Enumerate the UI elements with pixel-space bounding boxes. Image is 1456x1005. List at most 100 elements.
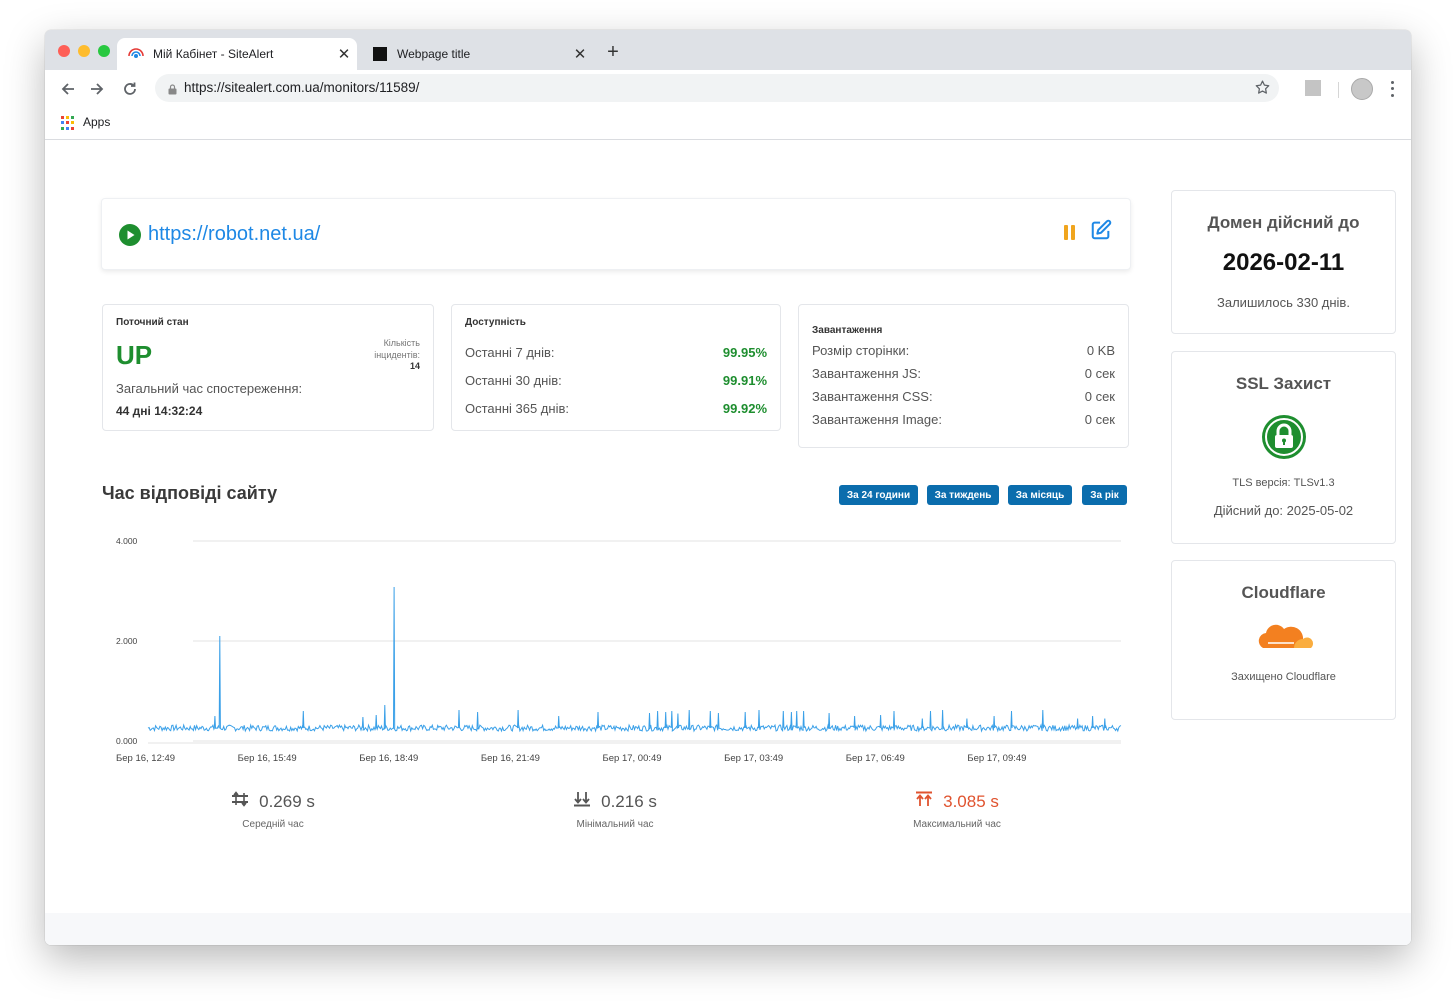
profile-avatar[interactable] [1351, 78, 1373, 100]
x-tick-label: Бер 17, 00:49 [603, 753, 662, 764]
sitealert-favicon-icon [127, 45, 145, 63]
monitoring-time-value: 44 дні 14:32:24 [116, 404, 203, 418]
loading-value: 0 сек [1084, 366, 1115, 381]
minimize-window-button[interactable] [78, 45, 90, 57]
card-title: Завантаження [812, 325, 883, 336]
page-content: https://robot.net.ua/ Поточний стан UP К… [45, 141, 1411, 945]
avg-time-label: Середній час [242, 819, 304, 830]
extension-icon[interactable] [1305, 80, 1321, 96]
loading-metric: Розмір сторінки: [812, 343, 910, 358]
reload-icon[interactable] [119, 79, 141, 99]
maximize-window-button[interactable] [98, 45, 110, 57]
loading-value: 0 сек [1084, 389, 1115, 404]
availability-card: Доступність Останні 7 днів: 99.95% Остан… [451, 304, 781, 431]
domain-expiry-date: 2026-02-11 [1222, 249, 1345, 276]
availability-period: Останні 365 днів: [465, 401, 569, 416]
ssl-valid-until: Дійсний до: 2025-05-02 [1213, 503, 1354, 518]
y-tick-label: 2.000 [116, 636, 138, 646]
loading-metric: Завантаження CSS: [812, 389, 933, 404]
availability-period: Останні 30 днів: [465, 373, 562, 388]
max-time-summary: 3.085 s Максимальний час [857, 791, 1057, 830]
arrows-up-down-icon [231, 791, 249, 812]
availability-row: Останні 7 днів: 99.95% [465, 345, 767, 360]
loading-row: Розмір сторінки: 0 KB [812, 343, 1115, 358]
incidents-count: 14 [409, 361, 420, 371]
y-tick-label: 0.000 [116, 736, 138, 746]
ssl-card: SSL Захист TLS версія: TLSv1.3 Дійсний д… [1171, 351, 1396, 544]
forward-arrow-icon[interactable] [86, 79, 108, 99]
black-square-favicon-icon [371, 45, 389, 63]
availability-period: Останні 7 днів: [465, 345, 555, 360]
arrows-up-bar-icon [915, 791, 933, 812]
new-tab-plus-icon[interactable]: + [601, 41, 625, 64]
y-tick-label: 4.000 [116, 536, 138, 546]
x-tick-label: Бер 16, 21:49 [481, 753, 540, 764]
loading-row: Завантаження CSS: 0 сек [812, 389, 1115, 404]
browser-toolbar: https://sitealert.com.ua/monitors/11589/ [45, 70, 1411, 108]
availability-row: Останні 365 днів: 99.92% [465, 401, 767, 416]
response-time-series [147, 586, 1122, 733]
availability-percent: 99.95% [722, 345, 767, 360]
response-time-chart: 0.000 2.000 4.000 Бер 16, 12:49 Бер 16, 15:4… [116, 536, 1122, 764]
min-time-summary: 0.216 s Мінімальний час [515, 791, 715, 830]
tab-bar: Мій Кабінет - SiteAlert ✕ Webpage title … [45, 30, 1411, 70]
response-time-title: Час відповіді сайту [102, 483, 278, 503]
apps-grid-icon[interactable] [61, 116, 75, 130]
tab-sitealert[interactable]: Мій Кабінет - SiteAlert ✕ [117, 38, 357, 70]
max-time-value: 3.085 s [943, 791, 999, 811]
domain-expiry-card: Домен дійсний до 2026-02-11 Залишилось 3… [1171, 190, 1396, 334]
min-time-label: Мінімальний час [576, 819, 654, 830]
loading-card: Завантаження Розмір сторінки: 0 KB Заван… [798, 304, 1129, 448]
x-tick-label: Бер 17, 09:49 [967, 753, 1026, 764]
close-tab-icon[interactable]: ✕ [331, 45, 357, 63]
domain-card-title: Домен дійсний до [1207, 213, 1360, 232]
pause-icon[interactable] [1064, 225, 1075, 240]
range-year-button[interactable]: За рік [1082, 485, 1127, 505]
edit-icon[interactable] [1090, 219, 1112, 246]
x-tick-label: Бер 16, 18:49 [359, 753, 418, 764]
browser-window: Мій Кабінет - SiteAlert ✕ Webpage title … [45, 30, 1411, 945]
availability-percent: 99.92% [722, 401, 767, 416]
x-tick-label: Бер 16, 12:49 [116, 753, 175, 764]
tab-webpage[interactable]: Webpage title ✕ [361, 38, 593, 70]
incidents-label: Кількість інцидентів: [374, 338, 420, 360]
page-footer [45, 913, 1411, 945]
monitor-url-card: https://robot.net.ua/ [101, 198, 1131, 270]
availability-percent: 99.91% [722, 373, 767, 388]
range-24h-button[interactable]: За 24 години [839, 485, 918, 505]
current-state-card: Поточний стан UP Кількість інцидентів: 1… [102, 304, 434, 431]
bookmarks-bar: Apps [45, 108, 1411, 140]
arrows-down-bar-icon [573, 791, 591, 812]
cloudflare-card: Cloudflare Захищено Cloudflare [1171, 560, 1396, 720]
card-title: Поточний стан [116, 317, 189, 328]
range-week-button[interactable]: За тиждень [927, 485, 999, 505]
tls-version: TLS версія: TLSv1.3 [1232, 477, 1335, 489]
loading-value: 0 сек [1084, 412, 1115, 427]
close-tab-icon[interactable]: ✕ [567, 45, 593, 63]
browser-menu-icon[interactable] [1385, 79, 1399, 99]
bookmark-star-icon[interactable] [1254, 79, 1271, 101]
cloudflare-protected-note: Захищено Cloudflare [1231, 671, 1336, 683]
cloudflare-cloud-icon [1172, 621, 1395, 651]
x-tick-label: Бер 17, 06:49 [846, 753, 905, 764]
play-status-icon [119, 224, 141, 251]
max-time-label: Максимальний час [913, 819, 1001, 830]
loading-value: 0 KB [1086, 343, 1115, 358]
monitoring-time-label: Загальний час спостереження: [116, 381, 303, 396]
apps-bookmark[interactable]: Apps [83, 115, 110, 129]
x-tick-label: Бер 16, 15:49 [238, 753, 297, 764]
domain-days-remaining: Залишилось 330 днів. [1217, 295, 1350, 310]
card-title: Доступність [465, 317, 526, 328]
monitored-site-link[interactable]: https://robot.net.ua/ [148, 223, 320, 246]
address-bar[interactable]: https://sitealert.com.ua/monitors/11589/ [155, 74, 1279, 102]
back-arrow-icon[interactable] [57, 79, 79, 99]
ssl-card-title: SSL Захист [1235, 374, 1332, 393]
x-tick-label: Бер 17, 03:49 [724, 753, 783, 764]
close-window-button[interactable] [58, 45, 70, 57]
loading-row: Завантаження JS: 0 сек [812, 366, 1115, 381]
status-badge: UP [116, 340, 153, 370]
tab-title: Мій Кабінет - SiteAlert [153, 47, 274, 61]
lock-icon [168, 82, 177, 100]
address-url: https://sitealert.com.ua/monitors/11589/ [184, 80, 420, 95]
range-month-button[interactable]: За місяць [1008, 485, 1072, 505]
